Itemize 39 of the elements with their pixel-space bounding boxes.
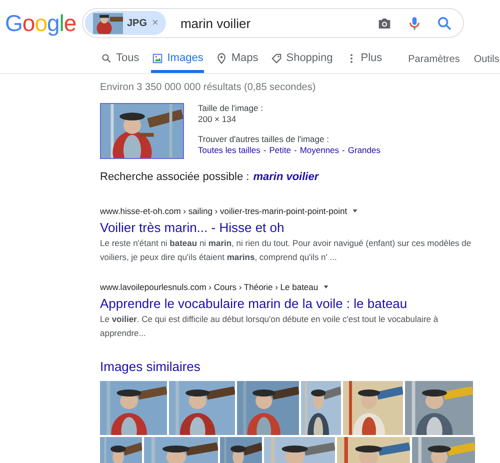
result-title-link[interactable]: Apprendre le vocabulaire marin de la voile : le bateau	[100, 296, 482, 312]
image-icon	[152, 52, 164, 64]
separator: -	[263, 144, 266, 156]
tab[interactable]: Images	[151, 46, 204, 73]
search-icon	[101, 52, 112, 64]
result-snippet: Le voilier. Ce qui est difficile au début lorsqu'on débute en voile c'est tout le vocabulaire à apprendre...	[100, 313, 440, 340]
separator: -	[342, 144, 345, 156]
tool-link[interactable]: Outils	[474, 46, 500, 73]
size-link[interactable]: Grandes	[348, 144, 380, 156]
size-link[interactable]: Moyennes	[300, 144, 340, 156]
other-sizes-label: Trouver d'autres tailles de l'image :	[198, 134, 330, 145]
separator: -	[294, 144, 297, 156]
related-label: Recherche associée possible :	[100, 171, 250, 183]
caret-icon[interactable]	[352, 208, 358, 214]
tab[interactable]: Shopping	[270, 46, 334, 73]
tab[interactable]: Tous	[100, 46, 140, 73]
search-icon[interactable]	[436, 14, 453, 32]
result-url: www.lavoilepourlesnuls.com › Cours › Théorie › Le bateau	[100, 282, 318, 292]
caret-icon[interactable]	[323, 284, 330, 290]
logo[interactable]: Google	[5, 10, 82, 36]
search-query: marin voilier	[180, 16, 252, 30]
section-heading[interactable]: Images similaires	[100, 359, 482, 374]
size-label: Taille de l'image :	[198, 103, 264, 114]
size-link[interactable]: Petite	[269, 144, 291, 156]
tab[interactable]: Plus	[344, 46, 384, 73]
result-url: www.hisse-et-oh.com › sailing › voilier-tres-marin-point-point-point	[100, 206, 348, 216]
result-snippet: Le reste n'étant ni bateau ni marin, ni rien du tout. Pour avoir navigué (enfant) sur ces modèles de voiliers, je peux dire qu'ils étaient marins, comprend qu'ils n' ...	[100, 237, 472, 264]
result-title-link[interactable]: Voilier très marin... - Hisse et oh	[100, 220, 482, 235]
tab[interactable]: Maps	[215, 46, 260, 73]
tag-icon	[271, 52, 282, 64]
pin-icon	[216, 52, 228, 64]
tool-link[interactable]: Paramètres	[408, 46, 460, 73]
chip-label: JPG	[127, 18, 148, 28]
image-size: 200 × 134	[198, 114, 238, 124]
related-query-link[interactable]: marin voilier	[253, 171, 319, 183]
search-field[interactable]: JPG × marin voilier	[82, 8, 464, 38]
size-link[interactable]: Toutes les tailles	[198, 144, 260, 156]
image-chip[interactable]: JPG ×	[85, 11, 166, 35]
result-stats: Environ 3 350 000 000 résultats (0,85 secondes)	[100, 82, 317, 93]
